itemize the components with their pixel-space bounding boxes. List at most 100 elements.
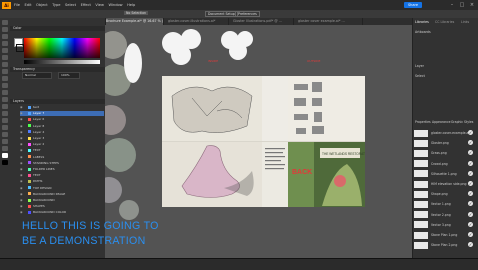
menu-help[interactable]: Help <box>127 3 135 7</box>
artboard-tool-icon[interactable] <box>2 132 8 137</box>
stroke-color-icon[interactable] <box>16 44 24 52</box>
link-item[interactable]: gloster-cover-example.ai ✓ <box>414 128 476 138</box>
white-cloud-shape-2[interactable] <box>221 31 253 60</box>
eraser-tool-icon[interactable] <box>2 83 8 88</box>
paintbrush-tool-icon[interactable] <box>2 69 8 74</box>
rotate-tool-icon[interactable] <box>2 90 8 95</box>
layer-row[interactable]: ◉ BACKGROUND IMAGE <box>20 192 104 197</box>
menu-file[interactable]: File <box>14 3 20 7</box>
visibility-eye-icon[interactable]: ◉ <box>20 148 24 153</box>
document-setup-button[interactable]: Document Setup <box>205 11 238 17</box>
close-icon[interactable]: × <box>468 1 476 9</box>
link-item[interactable]: Vector 3.png ✓ <box>414 220 476 230</box>
layer-row[interactable]: ◉ Layer 6 <box>20 117 104 122</box>
visibility-eye-icon[interactable]: ◉ <box>20 210 24 215</box>
line-tool-icon[interactable] <box>2 55 8 60</box>
layer-row[interactable]: ◉ BACKGROUND COLOR <box>20 210 104 215</box>
share-button[interactable]: Share <box>404 2 422 8</box>
layer-row[interactable]: ◉ Layer 2 <box>20 142 104 147</box>
gradient-tool-icon[interactable] <box>2 118 8 123</box>
visibility-eye-icon[interactable]: ◉ <box>20 198 24 203</box>
rectangle-tool-icon[interactable] <box>2 62 8 67</box>
link-item[interactable]: Stone Plan 1.png ✓ <box>414 230 476 240</box>
menu-window[interactable]: Window <box>108 3 122 7</box>
graphic-styles-tab[interactable]: Graphic Styles <box>451 120 473 124</box>
selection-tool-icon[interactable] <box>2 20 8 25</box>
blend-mode-select[interactable]: Normal <box>22 72 52 79</box>
link-item[interactable]: Vector 2.png ✓ <box>414 210 476 220</box>
visibility-eye-icon[interactable]: ◉ <box>20 105 24 110</box>
fill-swatch-icon[interactable] <box>2 153 8 158</box>
white-oval-shape[interactable] <box>124 43 142 83</box>
visibility-eye-icon[interactable]: ◉ <box>20 167 24 172</box>
visibility-eye-icon[interactable]: ◉ <box>20 136 24 141</box>
artboard[interactable]: BACK THE WETLANDS RESTORATION <box>162 76 371 207</box>
shape-builder-tool-icon[interactable] <box>2 111 8 116</box>
menu-edit[interactable]: Edit <box>25 3 32 7</box>
direct-selection-tool-icon[interactable] <box>2 27 8 32</box>
layer-row[interactable]: ◉ TOP DESIGN <box>20 186 104 191</box>
zoom-tool-icon[interactable] <box>2 146 8 151</box>
hand-tool-icon[interactable] <box>2 139 8 144</box>
link-item[interactable]: Grass.png ✓ <box>414 148 476 158</box>
visibility-eye-icon[interactable]: ◉ <box>20 155 24 160</box>
menu-select[interactable]: Select <box>65 3 76 7</box>
layer-row[interactable]: ◉ STANDING STEPS <box>20 161 104 166</box>
tab-document-5[interactable]: gloster cover example.ai* ... <box>294 18 363 25</box>
visibility-eye-icon[interactable]: ◉ <box>20 124 24 129</box>
layer-row[interactable]: ◉ TEXT <box>20 173 104 178</box>
menu-view[interactable]: View <box>95 3 104 7</box>
maximize-icon[interactable]: □ <box>458 1 466 9</box>
menu-object[interactable]: Object <box>36 3 48 7</box>
minimize-icon[interactable]: – <box>448 1 456 9</box>
scale-tool-icon[interactable] <box>2 97 8 102</box>
link-item[interactable]: Silhouette 1.png ✓ <box>414 169 476 179</box>
menu-effect[interactable]: Effect <box>81 3 91 7</box>
tab-document-4[interactable]: Gloster Illustrations.pdf* @ ... <box>229 18 294 25</box>
appearance-tab[interactable]: Appearance <box>432 120 451 124</box>
layer-row[interactable]: ◉ TEXT <box>20 148 104 153</box>
cc-libraries-tab[interactable]: CC Libraries <box>435 20 454 24</box>
layer-row[interactable]: ◉ FOLDER LINES <box>20 167 104 172</box>
link-item[interactable]: Gloster.png ✓ <box>414 138 476 148</box>
grayscale-ramp[interactable] <box>24 60 100 64</box>
visibility-eye-icon[interactable]: ◉ <box>20 204 24 209</box>
visibility-eye-icon[interactable]: ◉ <box>20 192 24 197</box>
width-tool-icon[interactable] <box>2 104 8 109</box>
link-item[interactable]: Crowd.png ✓ <box>414 159 476 169</box>
stroke-swatch-icon[interactable] <box>2 160 8 165</box>
visibility-eye-icon[interactable]: ◉ <box>20 186 24 191</box>
menu-type[interactable]: Type <box>52 3 60 7</box>
layer-row[interactable]: ◉ BACKGROUND <box>20 198 104 203</box>
layer-row[interactable]: ◉ PATHS <box>20 179 104 184</box>
layer-row[interactable]: ◉ Layer 4 <box>20 130 104 135</box>
layer-row[interactable]: ◉ Layer 7 <box>20 111 104 116</box>
pencil-tool-icon[interactable] <box>2 76 8 81</box>
visibility-eye-icon[interactable]: ◉ <box>20 130 24 135</box>
preferences-button[interactable]: Preferences <box>235 11 260 17</box>
layer-row[interactable]: ◉ Layer 3 <box>20 136 104 141</box>
visibility-eye-icon[interactable]: ◉ <box>20 117 24 122</box>
visibility-eye-icon[interactable]: ◉ <box>20 161 24 166</box>
tab-document-3[interactable]: gloster-cover-illustrations.ai* <box>164 18 229 25</box>
magic-wand-tool-icon[interactable] <box>2 34 8 39</box>
visibility-eye-icon[interactable]: ◉ <box>20 142 24 147</box>
libraries-tab[interactable]: Libraries <box>415 20 429 24</box>
links-tab[interactable]: Links <box>461 20 469 24</box>
eyedropper-tool-icon[interactable] <box>2 125 8 130</box>
layer-row[interactable]: ◉ LABELS <box>20 155 104 160</box>
link-item[interactable]: Vector 1.png ✓ <box>414 199 476 209</box>
visibility-eye-icon[interactable]: ◉ <box>20 179 24 184</box>
white-cloud-shape-1[interactable] <box>162 29 201 65</box>
layer-row[interactable]: ◉ SHAPES <box>20 204 104 209</box>
link-item[interactable]: Stone Plan 2.png ✓ <box>414 240 476 250</box>
layer-row[interactable]: ◉ text <box>20 105 104 110</box>
visibility-eye-icon[interactable]: ◉ <box>20 111 24 116</box>
properties-tab[interactable]: Properties <box>415 120 431 124</box>
layer-row[interactable]: ◉ Layer 8 <box>20 124 104 129</box>
pen-tool-icon[interactable] <box>2 41 8 46</box>
color-spectrum[interactable] <box>24 38 100 58</box>
type-tool-icon[interactable] <box>2 48 8 53</box>
link-item[interactable]: HIM elevation side.png ✓ <box>414 179 476 189</box>
visibility-eye-icon[interactable]: ◉ <box>20 173 24 178</box>
